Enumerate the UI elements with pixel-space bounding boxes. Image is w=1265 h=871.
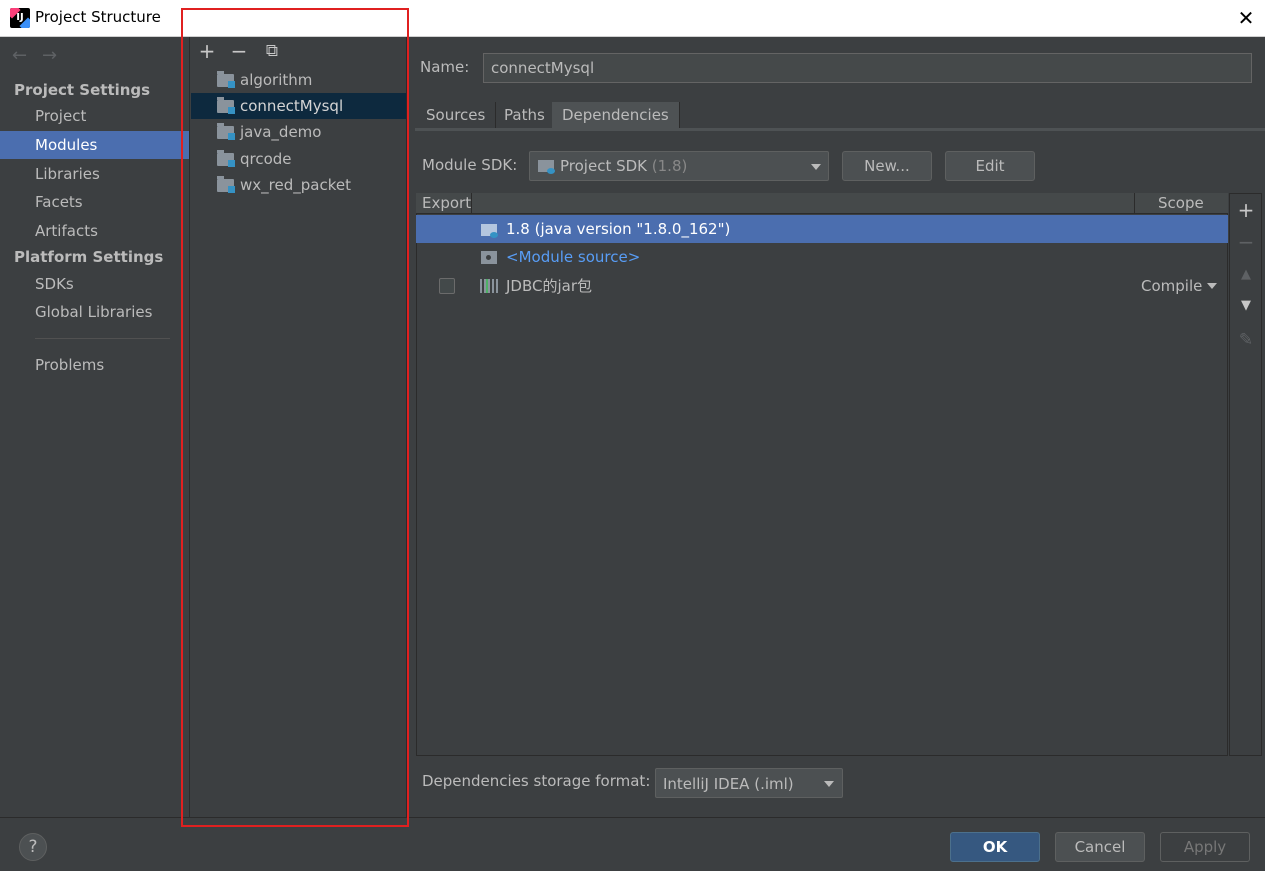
add-dependency-icon[interactable]: +	[1236, 200, 1256, 220]
name-label: Name:	[420, 58, 470, 76]
nav-divider	[35, 338, 170, 339]
tab-underline	[415, 128, 1265, 131]
sdk-folder-icon	[481, 224, 498, 238]
export-checkbox[interactable]	[439, 278, 455, 294]
ok-button[interactable]: OK	[950, 832, 1040, 862]
storage-format-dropdown[interactable]: IntelliJ IDEA (.iml)	[655, 768, 843, 798]
tab-dependencies[interactable]: Dependencies	[552, 102, 680, 129]
nav-item-artifacts[interactable]: Artifacts	[0, 217, 189, 245]
library-icon	[480, 279, 498, 293]
tab-sources[interactable]: Sources	[416, 102, 497, 129]
move-down-icon[interactable]: ▼	[1236, 296, 1256, 316]
nav-item-problems[interactable]: Problems	[0, 351, 189, 379]
window-title: Project Structure	[35, 8, 161, 26]
column-divider	[471, 193, 472, 214]
column-divider	[1134, 193, 1135, 214]
storage-format-label: Dependencies storage format:	[422, 772, 651, 790]
nav-item-facets[interactable]: Facets	[0, 188, 189, 216]
dependency-name: <Module source>	[506, 248, 641, 266]
table-row[interactable]: 1.8 (java version "1.8.0_162")	[416, 215, 1228, 243]
module-name-input[interactable]: connectMysql	[483, 53, 1252, 83]
edit-dependency-icon[interactable]: ✎	[1236, 330, 1256, 350]
chevron-down-icon	[824, 781, 834, 787]
intellij-logo-icon: IJ	[10, 8, 30, 28]
tab-paths[interactable]: Paths	[494, 102, 556, 129]
nav-item-sdks[interactable]: SDKs	[0, 270, 189, 298]
back-arrow-icon[interactable]: ←	[12, 45, 27, 66]
cancel-button[interactable]: Cancel	[1055, 832, 1145, 862]
nav-item-libraries[interactable]: Libraries	[0, 160, 189, 188]
help-icon[interactable]: ?	[19, 833, 47, 861]
scope-dropdown[interactable]: Compile	[1141, 272, 1202, 300]
dependencies-table-header: Export Scope	[416, 193, 1228, 214]
forward-arrow-icon[interactable]: →	[42, 45, 57, 66]
table-row[interactable]: <Module source>	[416, 243, 1228, 271]
move-up-icon[interactable]: ▲	[1236, 265, 1256, 285]
nav-item-modules[interactable]: Modules	[0, 131, 189, 159]
export-column-header[interactable]: Export	[422, 194, 471, 212]
storage-format-value: IntelliJ IDEA (.iml)	[663, 775, 794, 793]
dependency-name: JDBC的jar包	[506, 277, 593, 295]
nav-item-global-libraries[interactable]: Global Libraries	[0, 298, 189, 326]
table-row[interactable]: JDBC的jar包 Compile	[416, 272, 1228, 300]
chevron-down-icon	[1207, 283, 1217, 289]
module-sdk-dropdown[interactable]: Project SDK (1.8)	[529, 151, 829, 181]
platform-settings-header: Platform Settings	[14, 248, 164, 266]
apply-button[interactable]: Apply	[1160, 832, 1250, 862]
highlight-box	[181, 8, 409, 827]
close-icon[interactable]: ✕	[1232, 4, 1260, 32]
project-settings-header: Project Settings	[14, 81, 151, 99]
dependency-name: 1.8 (java version "1.8.0_162")	[506, 220, 731, 238]
edit-sdk-button[interactable]: Edit	[945, 151, 1035, 181]
sdk-folder-icon	[538, 160, 555, 174]
module-source-icon	[481, 251, 497, 264]
scope-column-header[interactable]: Scope	[1158, 194, 1204, 212]
module-sdk-value: Project SDK (1.8)	[560, 157, 688, 175]
nav-item-project[interactable]: Project	[0, 102, 189, 130]
module-sdk-label: Module SDK:	[422, 156, 518, 174]
chevron-down-icon	[811, 164, 821, 170]
remove-dependency-icon[interactable]: −	[1236, 232, 1256, 252]
new-sdk-button[interactable]: New...	[842, 151, 932, 181]
